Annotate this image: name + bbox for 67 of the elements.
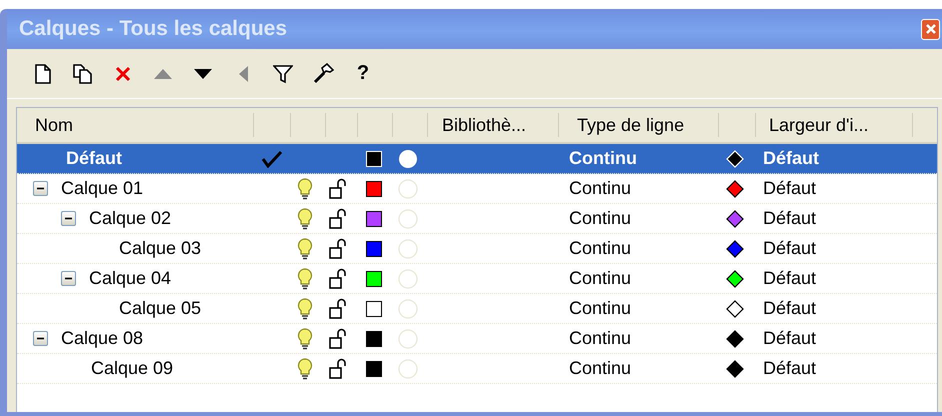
lineweight: Défaut xyxy=(763,358,816,379)
print-circle-icon xyxy=(398,208,418,228)
diamond-icon xyxy=(726,240,744,258)
linetype: Continu xyxy=(569,178,632,199)
close-icon xyxy=(924,23,936,35)
lineweight: Défaut xyxy=(763,268,816,289)
diamond-icon xyxy=(726,150,744,168)
print-circle-icon xyxy=(398,298,418,318)
layer-row[interactable]: Calque 09 Continu Défaut xyxy=(17,354,937,384)
layer-name: Défaut xyxy=(65,148,122,169)
layer-row[interactable]: Défaut Continu Défaut xyxy=(17,144,937,174)
linetype: Continu xyxy=(569,238,632,259)
color-swatch[interactable] xyxy=(366,180,382,196)
print-circle-icon xyxy=(398,268,418,288)
layer-name: Calque 02 xyxy=(89,208,172,229)
layer-name: Calque 04 xyxy=(89,268,172,289)
layer-row[interactable]: Calque 05 Continu Défaut xyxy=(17,294,937,324)
window-title: Calques - Tous les calques xyxy=(19,17,288,41)
color-swatch[interactable] xyxy=(366,240,382,256)
diamond-icon xyxy=(726,300,744,318)
diamond-icon xyxy=(726,360,744,378)
print-circle-icon xyxy=(398,238,418,258)
linetype: Continu xyxy=(569,208,632,229)
lineweight: Défaut xyxy=(763,148,820,169)
lineweight: Défaut xyxy=(763,208,816,229)
linetype: Continu xyxy=(569,328,632,349)
lineweight: Défaut xyxy=(763,178,816,199)
lineweight: Défaut xyxy=(763,298,816,319)
layer-name: Calque 03 xyxy=(119,238,202,259)
diamond-icon xyxy=(726,270,744,288)
color-swatch[interactable] xyxy=(366,300,382,316)
column-header[interactable]: Nom xyxy=(17,113,254,137)
linetype: Continu xyxy=(569,358,632,379)
color-swatch[interactable] xyxy=(366,210,382,226)
collapse-icon[interactable] xyxy=(33,181,48,196)
diamond-icon xyxy=(726,180,744,198)
layer-row[interactable]: Calque 03 Continu Défaut xyxy=(17,234,937,264)
layer-row[interactable]: Calque 04 Continu Défaut xyxy=(17,264,937,294)
help-button[interactable]: ? xyxy=(345,56,381,90)
collapse-icon[interactable] xyxy=(61,271,76,286)
column-header[interactable]: Largeur d'i... xyxy=(751,113,913,137)
diamond-icon xyxy=(726,330,744,348)
color-swatch[interactable] xyxy=(366,270,382,286)
print-circle-icon xyxy=(398,178,418,198)
layer-row[interactable]: Calque 01 Continu Défaut xyxy=(17,174,937,204)
layer-name: Calque 08 xyxy=(61,328,144,349)
column-header[interactable]: Bibliothè... xyxy=(424,113,559,137)
close-button[interactable] xyxy=(921,18,940,40)
lineweight: Défaut xyxy=(763,328,816,349)
column-header[interactable]: Type de ligne xyxy=(559,113,719,137)
linetype: Continu xyxy=(569,298,632,319)
collapse-icon[interactable] xyxy=(61,211,76,226)
linetype: Continu xyxy=(569,148,637,169)
lineweight: Défaut xyxy=(763,238,816,259)
diamond-icon xyxy=(726,210,744,228)
print-dot-icon xyxy=(398,148,418,168)
print-circle-icon xyxy=(398,358,418,378)
linetype: Continu xyxy=(569,268,632,289)
color-swatch[interactable] xyxy=(366,330,382,346)
layer-row[interactable]: Calque 02 Continu Défaut xyxy=(17,204,937,234)
color-swatch[interactable] xyxy=(366,360,382,376)
layer-name: Calque 01 xyxy=(61,178,144,199)
collapse-icon[interactable] xyxy=(33,331,48,346)
print-circle-icon xyxy=(398,328,418,348)
layer-row[interactable]: Calque 08 Continu Défaut xyxy=(17,324,937,354)
layer-name: Calque 09 xyxy=(91,358,174,379)
layer-name: Calque 05 xyxy=(119,298,202,319)
